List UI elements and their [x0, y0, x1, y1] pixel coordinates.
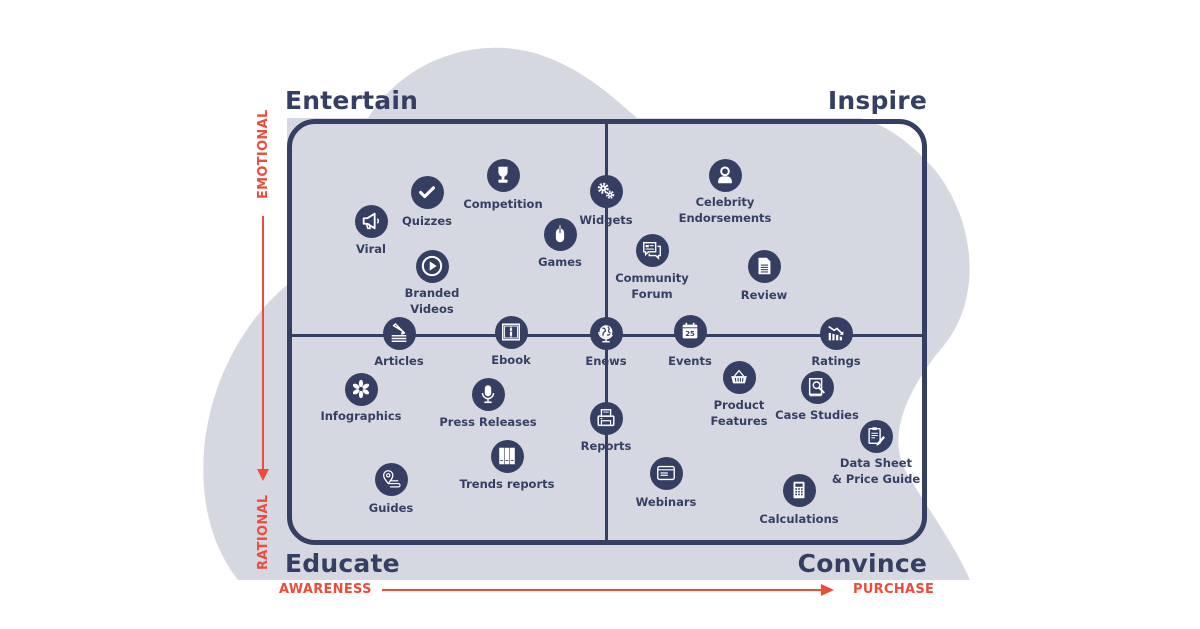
item-label: Trends reports: [459, 477, 555, 491]
trophy-icon: [486, 158, 520, 192]
map-pin-icon: [374, 462, 408, 496]
item-label: Reports: [580, 439, 632, 453]
item-label: Celebrity Endorsements: [678, 195, 772, 225]
axis-label-awareness: AWARENESS: [279, 582, 372, 597]
quadrant-label-entertain: Entertain: [285, 86, 419, 115]
item-label: Quizzes: [402, 214, 452, 228]
calculator-icon: [782, 473, 816, 507]
item-label: Data Sheet & Price Guide: [831, 456, 921, 486]
axis-label-purchase: PURCHASE: [853, 582, 935, 597]
browser-window-icon: [649, 456, 683, 490]
clipboard-pen-icon: [859, 419, 893, 453]
quadrant-label-inspire: Inspire: [827, 86, 927, 115]
item-label: Review: [740, 288, 788, 302]
axis-label-rational: RATIONAL: [256, 494, 271, 570]
item-label: Guides: [368, 501, 414, 515]
quadrant-label-convince: Convince: [797, 549, 927, 578]
item-label: Webinars: [635, 495, 697, 509]
printer-icon: [589, 401, 623, 435]
item-label: Games: [538, 255, 582, 269]
play-icon: [415, 249, 449, 283]
chat-bubbles-icon: [635, 233, 669, 267]
gears-icon: [589, 174, 623, 208]
binders-icon: [490, 439, 524, 473]
axis-label-emotional: EMOTIONAL: [256, 109, 271, 199]
item-label: Competition: [463, 197, 543, 211]
pencil-paper-icon: [382, 316, 416, 350]
horizontal-axis-arrow: [382, 584, 834, 596]
calendar-icon: 25: [673, 314, 707, 348]
asterisk-icon: [344, 372, 378, 406]
document-icon: [747, 249, 781, 283]
open-book-icon: [494, 315, 528, 349]
calendar-day-text: 25: [685, 330, 695, 338]
bar-chart-down-icon: [819, 316, 853, 350]
item-label: Branded Videos: [404, 286, 460, 316]
microphone-icon: [471, 377, 505, 411]
item-label: Calculations: [759, 512, 839, 526]
quadrant-label-educate: Educate: [285, 549, 400, 578]
item-label: Press Releases: [439, 415, 537, 429]
vertical-axis-arrow: [257, 216, 269, 481]
globe-icon: [589, 316, 623, 350]
user-icon: [708, 158, 742, 192]
basket-icon: [722, 360, 756, 394]
book-magnifier-icon: [800, 370, 834, 404]
item-label: Ratings: [811, 354, 861, 368]
